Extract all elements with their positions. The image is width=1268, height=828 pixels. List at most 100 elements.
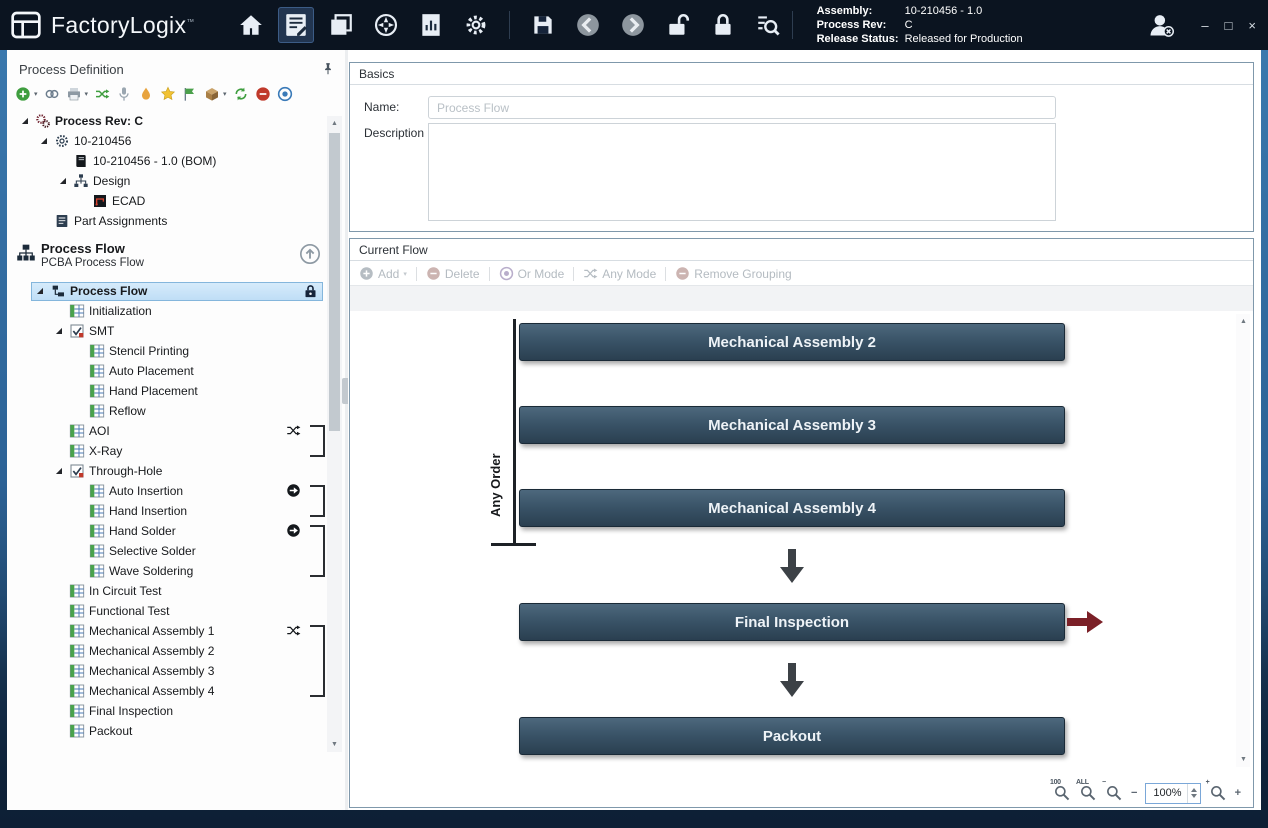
dropdown-caret-icon[interactable]: ▾: [34, 90, 38, 98]
any-order-button[interactable]: [94, 86, 110, 102]
tree-item-wave-soldering[interactable]: Wave Soldering: [7, 561, 345, 581]
tree-item-smt[interactable]: ◢SMT: [7, 321, 345, 341]
flow-step-final-inspection[interactable]: Final Inspection: [519, 603, 1065, 641]
flow-step-mechanical-assembly-3[interactable]: Mechanical Assembly 3: [519, 406, 1065, 444]
dropdown-caret-icon[interactable]: ▾: [85, 90, 89, 98]
tree-item-aoi[interactable]: AOI: [7, 421, 345, 441]
zoom-step-out-button[interactable]: −: [1131, 788, 1137, 799]
record-button[interactable]: [277, 86, 293, 102]
reports-button[interactable]: [413, 7, 449, 43]
forward-button[interactable]: [615, 7, 651, 43]
save-button[interactable]: [525, 7, 561, 43]
tree-scrollbar[interactable]: ▲ ▼: [327, 116, 342, 752]
tree-item-selective-solder[interactable]: Selective Solder: [7, 541, 345, 561]
expander-icon[interactable]: ◢: [53, 327, 65, 335]
scroll-up-icon[interactable]: ▲: [327, 116, 342, 131]
zoom-in-button[interactable]: +: [1209, 784, 1227, 802]
or-mode-button[interactable]: Or Mode: [499, 266, 565, 281]
tree-item-part-assignments[interactable]: Part Assignments: [7, 211, 345, 231]
any-order-tick: [491, 543, 536, 546]
flow-step-mechanical-assembly-4[interactable]: Mechanical Assembly 4: [519, 489, 1065, 527]
tree-item-in-circuit-test[interactable]: In Circuit Test: [7, 581, 345, 601]
droplet-button[interactable]: [138, 86, 154, 102]
tree-item-mechanical-assembly-2[interactable]: Mechanical Assembly 2: [7, 641, 345, 661]
expander-icon[interactable]: ◢: [19, 117, 31, 125]
minimize-button[interactable]: –: [1201, 18, 1208, 33]
tree-item-hand-insertion[interactable]: Hand Insertion: [7, 501, 345, 521]
step-icon: [89, 403, 105, 419]
tree-item-stencil-printing[interactable]: Stencil Printing: [7, 341, 345, 361]
tree-item-mechanical-assembly-4[interactable]: Mechanical Assembly 4: [7, 681, 345, 701]
tree-item-mechanical-assembly-3[interactable]: Mechanical Assembly 3: [7, 661, 345, 681]
any-mode-button[interactable]: Any Mode: [583, 266, 656, 281]
collapse-section-icon[interactable]: [299, 243, 321, 265]
tree-item-through-hole[interactable]: ◢Through-Hole: [7, 461, 345, 481]
print-button[interactable]: [66, 86, 82, 102]
canvas-scrollbar[interactable]: ▲ ▼: [1236, 314, 1250, 767]
tree-row-content: Reflow: [71, 402, 150, 421]
sync-button[interactable]: [233, 86, 249, 102]
tree-item-hand-placement[interactable]: Hand Placement: [7, 381, 345, 401]
package-button[interactable]: [204, 86, 220, 102]
tree-item-design[interactable]: ◢Design: [7, 171, 345, 191]
lock-button[interactable]: [705, 7, 741, 43]
tree-item-final-inspection[interactable]: Final Inspection: [7, 701, 345, 721]
remove-grouping-button[interactable]: Remove Grouping: [675, 266, 791, 281]
zoom-fit-100-button[interactable]: 100: [1053, 784, 1071, 802]
expander-icon[interactable]: ◢: [34, 287, 46, 295]
tree-item-hand-solder[interactable]: Hand Solder: [7, 521, 345, 541]
add-button[interactable]: [15, 86, 31, 102]
link-button[interactable]: [44, 86, 60, 102]
canvas-scroll-up-icon[interactable]: ▲: [1236, 314, 1251, 329]
zoom-level-spinner[interactable]: 100%: [1145, 783, 1200, 804]
expander-icon[interactable]: ◢: [57, 177, 69, 185]
add-button[interactable]: Add▾: [359, 266, 407, 281]
back-button[interactable]: [570, 7, 606, 43]
home-button[interactable]: [233, 7, 269, 43]
probe-button[interactable]: [116, 86, 132, 102]
scroll-down-icon[interactable]: ▼: [327, 737, 342, 752]
navigator-button[interactable]: [368, 7, 404, 43]
description-textarea[interactable]: [428, 123, 1056, 221]
tree-item-x-ray[interactable]: X-Ray: [7, 441, 345, 461]
name-input[interactable]: [428, 96, 1056, 119]
audit-search-button[interactable]: [750, 7, 786, 43]
pin-icon[interactable]: [321, 62, 335, 76]
user-icon[interactable]: [1147, 11, 1175, 39]
tree-item-packout[interactable]: Packout: [7, 721, 345, 741]
tree-item-ecad[interactable]: ECAD: [7, 191, 345, 211]
zoom-step-in-button[interactable]: +: [1235, 788, 1241, 799]
flow-step-packout[interactable]: Packout: [519, 717, 1065, 755]
tree-item-process-rev-c[interactable]: ◢Process Rev: C: [7, 111, 345, 131]
tree-item-functional-test[interactable]: Functional Test: [7, 601, 345, 621]
zoom-out-button[interactable]: −: [1105, 784, 1123, 802]
close-button[interactable]: ×: [1248, 18, 1256, 33]
flag-button[interactable]: [182, 86, 198, 102]
tree-item-auto-placement[interactable]: Auto Placement: [7, 361, 345, 381]
tree-item-auto-insertion[interactable]: Auto Insertion: [7, 481, 345, 501]
settings-button[interactable]: [458, 7, 494, 43]
tree-item-10-210456-1-0-bom[interactable]: 10-210456 - 1.0 (BOM): [7, 151, 345, 171]
tree-item-process-flow[interactable]: ◢Process Flow: [7, 281, 345, 301]
tree-item-initialization[interactable]: Initialization: [7, 301, 345, 321]
remove-button[interactable]: [255, 86, 271, 102]
scrollbar-thumb[interactable]: [329, 133, 340, 431]
dropdown-caret-icon[interactable]: ▾: [223, 90, 227, 98]
expander-icon[interactable]: ◢: [53, 467, 65, 475]
maximize-button[interactable]: □: [1225, 18, 1233, 33]
delete-button[interactable]: Delete: [426, 266, 480, 281]
tree-item-10-210456[interactable]: ◢10-210456: [7, 131, 345, 151]
expander-icon[interactable]: ◢: [38, 137, 50, 145]
star-button[interactable]: [160, 86, 176, 102]
phase-icon: [69, 323, 85, 339]
production-documents-button[interactable]: [323, 7, 359, 43]
process-definition-button[interactable]: [278, 7, 314, 43]
tree-item-reflow[interactable]: Reflow: [7, 401, 345, 421]
spinner-arrows-icon[interactable]: [1187, 784, 1200, 803]
unlock-button[interactable]: [660, 7, 696, 43]
tree-item-mechanical-assembly-1[interactable]: Mechanical Assembly 1: [7, 621, 345, 641]
zoom-fit-all-button[interactable]: ALL: [1079, 784, 1097, 802]
flow-step-mechanical-assembly-2[interactable]: Mechanical Assembly 2: [519, 323, 1065, 361]
lock-icon: [710, 12, 736, 38]
canvas-scroll-down-icon[interactable]: ▼: [1236, 752, 1251, 767]
